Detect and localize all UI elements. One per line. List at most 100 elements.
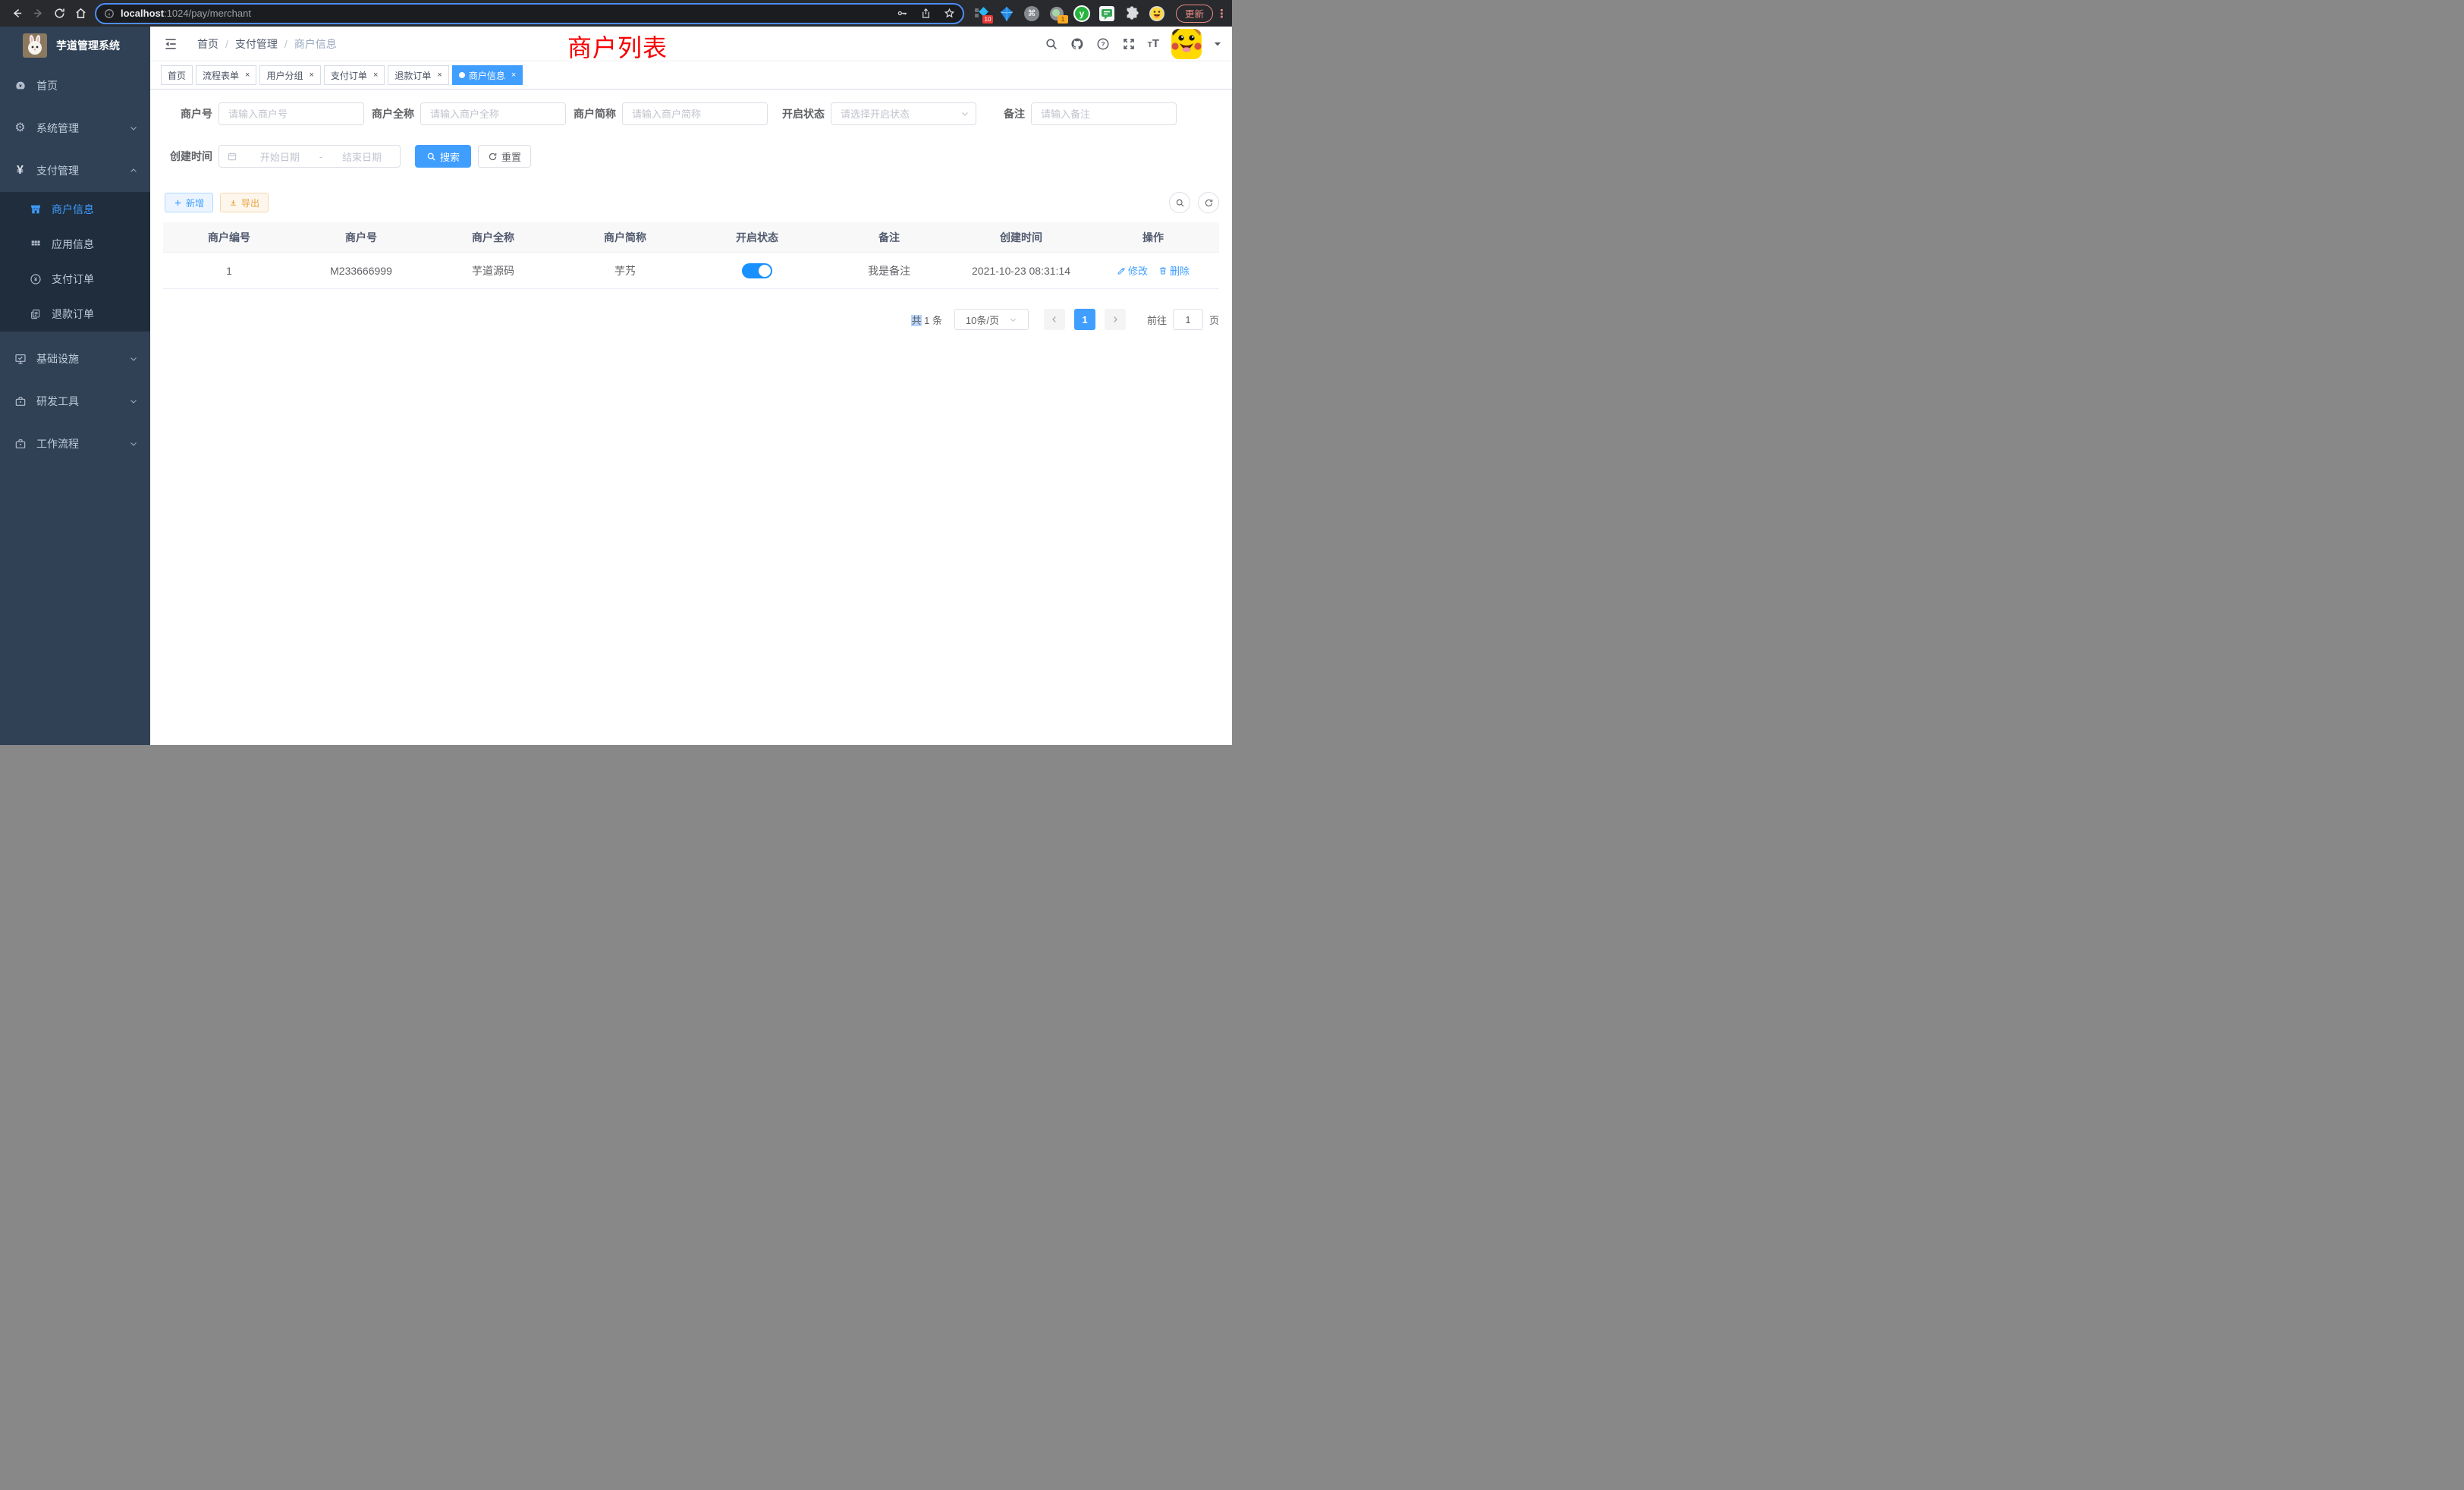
fullscreen-icon[interactable] (1122, 37, 1136, 51)
caret-down-icon[interactable] (1214, 40, 1221, 48)
date-separator: - (318, 151, 324, 162)
chevron-down-icon (129, 354, 138, 363)
search-button[interactable]: 搜索 (415, 145, 471, 168)
delete-button[interactable]: 删除 (1158, 263, 1190, 278)
tab-home[interactable]: 首页 (161, 65, 193, 85)
font-size-icon[interactable]: TT (1148, 37, 1159, 50)
sidebar-item-app-info[interactable]: 应用信息 (0, 227, 150, 262)
tab-label: 首页 (168, 69, 186, 82)
tab-pay-order[interactable]: 支付订单× (324, 65, 385, 85)
sidebar-item-label: 商户信息 (52, 202, 94, 217)
field-label: 商户全称 (372, 106, 414, 121)
tab-process-form[interactable]: 流程表单× (196, 65, 256, 85)
merchant-table: 商户编号 商户号 商户全称 商户简称 开启状态 备注 创建时间 操作 1 M23… (163, 222, 1219, 289)
sidebar-item-label: 基础设施 (36, 351, 129, 366)
reset-button[interactable]: 重置 (478, 145, 531, 168)
page-size-select[interactable]: 10条/页 (954, 309, 1029, 330)
prev-page-button[interactable] (1044, 309, 1065, 330)
edit-button[interactable]: 修改 (1117, 263, 1148, 278)
column-header: 商户全称 (427, 222, 559, 253)
update-label: 更新 (1185, 6, 1204, 20)
search-icon[interactable] (1045, 37, 1058, 51)
page-1-button[interactable]: 1 (1074, 309, 1095, 330)
tab-refund-order[interactable]: 退款订单× (388, 65, 448, 85)
status-select[interactable] (831, 102, 976, 125)
remark-input[interactable] (1031, 102, 1177, 125)
status-toggle[interactable] (742, 263, 772, 278)
site-info-icon[interactable] (104, 8, 115, 19)
sidebar-item-system[interactable]: ⚙ 系统管理 (0, 107, 150, 149)
sidebar-item-pay[interactable]: ¥ 支付管理 (0, 149, 150, 192)
dashboard-icon (14, 80, 27, 92)
chevron-down-icon (129, 124, 138, 133)
address-bar[interactable]: localhost:1024/pay/merchant (95, 3, 964, 24)
chevron-down-icon (129, 397, 138, 406)
password-key-icon[interactable] (897, 8, 908, 19)
browser-update-button[interactable]: 更新 (1176, 5, 1213, 23)
sidebar-item-merchant-info[interactable]: 商户信息 (0, 192, 150, 227)
browser-home-icon[interactable] (70, 3, 91, 24)
add-button[interactable]: 新增 (165, 193, 213, 212)
github-icon[interactable] (1070, 37, 1084, 51)
ext-command-icon[interactable]: ⌘ (1023, 5, 1040, 23)
browser-menu-icon[interactable]: ⋮ (1216, 7, 1227, 20)
filter-create-time: 创建时间 开始日期 - 结束日期 (163, 145, 401, 168)
cell-status (691, 253, 823, 289)
ext-diamond-icon[interactable]: 10 (973, 5, 990, 23)
browser-reload-icon[interactable] (49, 3, 70, 24)
sidebar-item-label: 支付订单 (52, 272, 94, 287)
ext-record-icon[interactable]: 1 (1048, 5, 1065, 23)
cell-full-name: 芋道源码 (427, 253, 559, 289)
short-name-input[interactable] (622, 102, 768, 125)
svg-text:¥: ¥ (33, 276, 37, 283)
sidebar-item-pay-order[interactable]: ¥ 支付订单 (0, 262, 150, 297)
sidebar-item-label: 研发工具 (36, 394, 129, 409)
ext-puzzle-icon[interactable] (1124, 5, 1140, 23)
sidebar-item-dev-tools[interactable]: 研发工具 (0, 380, 150, 423)
breadcrumb-home[interactable]: 首页 (197, 36, 218, 52)
breadcrumb-pay[interactable]: 支付管理 (235, 36, 278, 52)
sidebar-item-infra[interactable]: 基础设施 (0, 338, 150, 380)
close-icon[interactable]: × (309, 71, 313, 80)
avatar[interactable] (1171, 29, 1202, 59)
sidebar: 芋道管理系统 首页 ⚙ 系统管理 ¥ 支付管理 (0, 27, 150, 745)
export-button[interactable]: 导出 (220, 193, 269, 212)
sidebar-item-workflow[interactable]: 工作流程 (0, 423, 150, 465)
total-prefix: 共 (911, 315, 921, 326)
share-icon[interactable] (920, 8, 932, 19)
help-icon[interactable]: ? (1096, 37, 1110, 51)
cell-actions: 修改 删除 (1087, 253, 1219, 289)
close-icon[interactable]: × (437, 71, 442, 80)
ext-gem-icon[interactable] (998, 5, 1015, 23)
table-tools (1169, 192, 1219, 213)
close-icon[interactable]: × (511, 71, 516, 80)
hide-search-button[interactable] (1169, 192, 1190, 213)
main-area: 首页 / 支付管理 / 商户信息 ? (150, 27, 1232, 745)
sidebar-item-refund-order[interactable]: 退款订单 (0, 297, 150, 332)
refresh-button[interactable] (1198, 192, 1219, 213)
filter-row-1: 商户号 商户全称 商户简称 开启状态 (163, 102, 1219, 125)
screen: 商户列表 localhost:1024/pay/merchant (0, 0, 1232, 745)
sidebar-collapse-icon[interactable] (163, 36, 178, 52)
sidebar-logo[interactable]: 芋道管理系统 (0, 27, 150, 64)
browser-back-icon[interactable] (6, 3, 27, 24)
tab-merchant-info[interactable]: 商户信息× (452, 65, 523, 85)
ext-chat-icon[interactable] (1098, 5, 1115, 23)
goto-page-input[interactable] (1173, 309, 1203, 330)
tab-user-group[interactable]: 用户分组× (259, 65, 320, 85)
sidebar-item-label: 工作流程 (36, 436, 129, 451)
next-page-button[interactable] (1105, 309, 1126, 330)
cell-merchant-id: 1 (163, 253, 295, 289)
column-header: 开启状态 (691, 222, 823, 253)
ext-emoji-avatar-icon[interactable] (1149, 5, 1165, 23)
merchant-no-input[interactable] (218, 102, 364, 125)
bookmark-star-icon[interactable] (944, 8, 955, 19)
close-icon[interactable]: × (373, 71, 378, 80)
sidebar-item-home[interactable]: 首页 (0, 64, 150, 107)
close-icon[interactable]: × (245, 71, 250, 80)
full-name-input[interactable] (420, 102, 566, 125)
field-label: 商户简称 (574, 106, 616, 121)
browser-forward-icon[interactable] (27, 3, 49, 24)
ext-yudao-icon[interactable]: y (1073, 5, 1090, 23)
date-range-picker[interactable]: 开始日期 - 结束日期 (218, 145, 401, 168)
